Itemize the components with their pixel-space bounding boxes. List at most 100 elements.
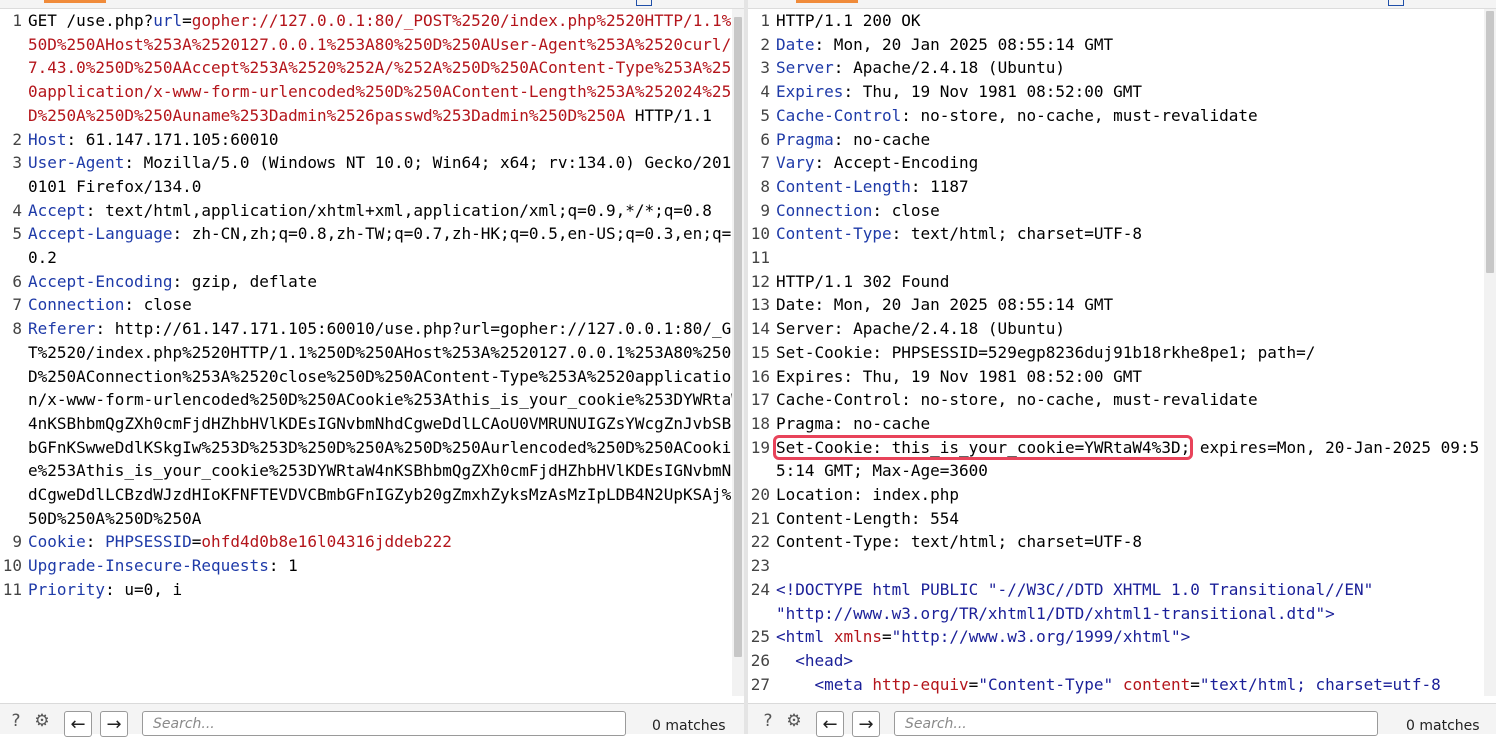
response-text: Set-Cookie: PHPSESSID=529egp8236duj91b18… <box>776 342 1316 362</box>
head-tag-line: 26 <head> <box>750 650 854 670</box>
request-line: 1 GET /use.php?url=gopher://127.0.0.1:80… <box>12 11 741 125</box>
response-line: 1 HTTP/1.1 200 OK <box>760 11 921 30</box>
header-name: Accept-Language <box>28 224 173 244</box>
header-name: Accept-Encoding <box>28 271 173 291</box>
request-header-line: 6 Accept-Encoding: gzip, deflate <box>12 271 317 291</box>
http-version: HTTP/1.1 <box>634 105 712 125</box>
highlighted-cookie: Set-Cookie: this_is_your_cookie=YWRtaW4%… <box>772 434 1194 460</box>
response-line: 14 Server: Apache/2.4.18 (Ubuntu) <box>750 319 1065 339</box>
message-editor-panes: 1 GET /use.php?url=gopher://127.0.0.1:80… <box>0 0 1496 737</box>
layout-toggle-icon[interactable] <box>1388 0 1404 6</box>
settings-gear-icon[interactable]: ⚙ <box>782 710 806 732</box>
header-name: Content-Length <box>776 176 911 196</box>
response-line: 11 <box>750 248 770 268</box>
header-name: Cache-Control <box>776 105 902 125</box>
back-arrow-icon: ← <box>70 713 86 735</box>
response-pane: 1 HTTP/1.1 200 OK 2 Date: Mon, 20 Jan 2025 … <box>748 0 1496 737</box>
search-previous-button[interactable]: ← <box>816 711 844 737</box>
response-line: 21 Content-Length: 554 <box>750 508 960 528</box>
response-scrollbar-thumb[interactable] <box>1486 11 1494 273</box>
help-icon[interactable]: ? <box>4 710 28 732</box>
request-scrollbar[interactable] <box>732 9 744 696</box>
response-line: 12 HTTP/1.1 302 Found <box>750 271 950 291</box>
header-value: Mon, 20 Jan 2025 08:55:14 GMT <box>824 34 1114 54</box>
request-header-line: 4 Accept: text/html,application/xhtml+xml… <box>12 200 712 220</box>
back-arrow-icon: ← <box>822 713 838 735</box>
settings-gear-icon[interactable]: ⚙ <box>30 710 54 732</box>
response-line: 13 Date: Mon, 20 Jan 2025 08:55:14 GMT <box>750 295 1114 315</box>
request-header-line: 3 User-Agent: Mozilla/5.0 (Windows NT 10.… <box>12 153 741 196</box>
request-header-line: 7 Connection: close <box>12 295 192 315</box>
meta-tag-line: 27 <meta http-equiv="Content-Type" conte… <box>750 674 1441 694</box>
header-name: Upgrade-Insecure-Requests <box>28 556 269 576</box>
request-search-bar: ? ⚙ ← → 0 matches <box>0 703 744 737</box>
response-line: 18 Pragma: no-cache <box>750 413 931 433</box>
header-name: Content-Type <box>776 224 892 244</box>
response-line: 7 Vary: Accept-Encoding <box>760 153 979 173</box>
header-value: no-cache <box>843 129 931 149</box>
html-tag-line: 25 <html xmlns="http://www.w3.org/1999/x… <box>750 627 1191 647</box>
request-scrollbar-thumb[interactable] <box>734 17 742 657</box>
request-header-line: 5 Accept-Language: zh-CN,zh;q=0.8,zh-TW;q… <box>12 224 732 268</box>
response-line: 20 Location: index.php <box>750 485 960 505</box>
response-line: 17 Cache-Control: no-store, no-cache, mus… <box>750 390 1258 410</box>
request-match-count: 0 matches <box>652 718 726 734</box>
search-previous-button[interactable]: ← <box>64 711 92 737</box>
forward-arrow-icon: → <box>106 713 122 735</box>
header-value: text/html; charset=UTF-8 <box>901 224 1143 244</box>
request-tab-indicator[interactable] <box>44 0 106 3</box>
help-icon[interactable]: ? <box>756 710 780 732</box>
header-value: 1 <box>278 556 298 576</box>
response-text: Content-Type: text/html; charset=UTF-8 <box>776 532 1143 552</box>
header-name: Expires <box>776 82 844 102</box>
response-line: 10 Content-Type: text/html; charset=UTF-8 <box>750 224 1143 244</box>
header-value: 61.147.171.105:60010 <box>76 129 279 149</box>
response-text: Content-Length: 554 <box>776 508 960 528</box>
response-text: Pragma: no-cache <box>776 413 931 433</box>
doctype-line: 24 <!DOCTYPE html PUBLIC "-//W3C//DTD XH… <box>750 579 1374 623</box>
request-editor[interactable]: 1 GET /use.php?url=gopher://127.0.0.1:80… <box>0 9 744 705</box>
header-value: Mozilla/5.0 (Windows NT 10.0; Win64; x64… <box>28 153 741 196</box>
response-match-count: 0 matches <box>1406 718 1480 734</box>
request-search-input[interactable] <box>142 711 626 736</box>
header-name: Priority <box>28 579 106 599</box>
header-name: Connection <box>776 200 873 220</box>
search-next-button[interactable]: → <box>852 711 880 737</box>
header-value <box>95 532 105 551</box>
header-value: http://61.147.171.105:60010/use.php?url=… <box>28 319 741 528</box>
header-name: User-Agent <box>28 153 125 173</box>
header-name: Referer <box>28 319 96 339</box>
header-value: u=0, i <box>114 579 183 599</box>
response-scrollbar[interactable] <box>1484 9 1496 696</box>
header-name: Accept <box>28 200 86 220</box>
search-next-button[interactable]: → <box>100 711 128 737</box>
response-line: 19 Set-Cookie: this_is_your_cookie=YWRtaW… <box>750 434 1480 481</box>
response-text: Server: Apache/2.4.18 (Ubuntu) <box>776 319 1065 339</box>
header-value: close <box>881 200 940 220</box>
header-name: Server <box>776 58 834 78</box>
response-text: HTTP/1.1 200 OK <box>776 11 921 30</box>
response-editor[interactable]: 1 HTTP/1.1 200 OK 2 Date: Mon, 20 Jan 2025 … <box>748 9 1496 705</box>
response-search-bar: ? ⚙ ← → 0 matches <box>748 703 1496 737</box>
response-search-input[interactable] <box>894 711 1378 736</box>
request-header-line: 9 Cookie: PHPSESSID=ohfd4d0b8e16l04316jdd… <box>12 532 452 552</box>
request-tab-strip <box>0 0 744 9</box>
response-line: 8 Content-Length: 1187 <box>760 176 969 196</box>
header-value: text/html,application/xhtml+xml,applicat… <box>95 200 712 220</box>
response-tab-indicator[interactable] <box>796 0 858 3</box>
header-name: Cookie <box>28 532 86 552</box>
request-pane: 1 GET /use.php?url=gopher://127.0.0.1:80… <box>0 0 744 737</box>
response-line: 22 Content-Type: text/html; charset=UTF-8 <box>750 532 1143 552</box>
response-text: Cache-Control: no-store, no-cache, must-… <box>776 390 1258 410</box>
response-line: 3 Server: Apache/2.4.18 (Ubuntu) <box>760 58 1065 78</box>
forward-arrow-icon: → <box>858 713 874 735</box>
header-name: Host <box>28 129 67 149</box>
header-value: Apache/2.4.18 (Ubuntu) <box>843 58 1065 78</box>
response-line: 5 Cache-Control: no-store, no-cache, must… <box>760 105 1258 125</box>
header-value: 1187 <box>920 176 969 196</box>
response-text: Location: index.php <box>776 485 960 505</box>
layout-toggle-icon[interactable] <box>636 0 652 6</box>
header-value: gzip, deflate <box>182 271 317 291</box>
response-line: 2 Date: Mon, 20 Jan 2025 08:55:14 GMT <box>760 34 1114 54</box>
query-param-name: url <box>153 11 183 30</box>
